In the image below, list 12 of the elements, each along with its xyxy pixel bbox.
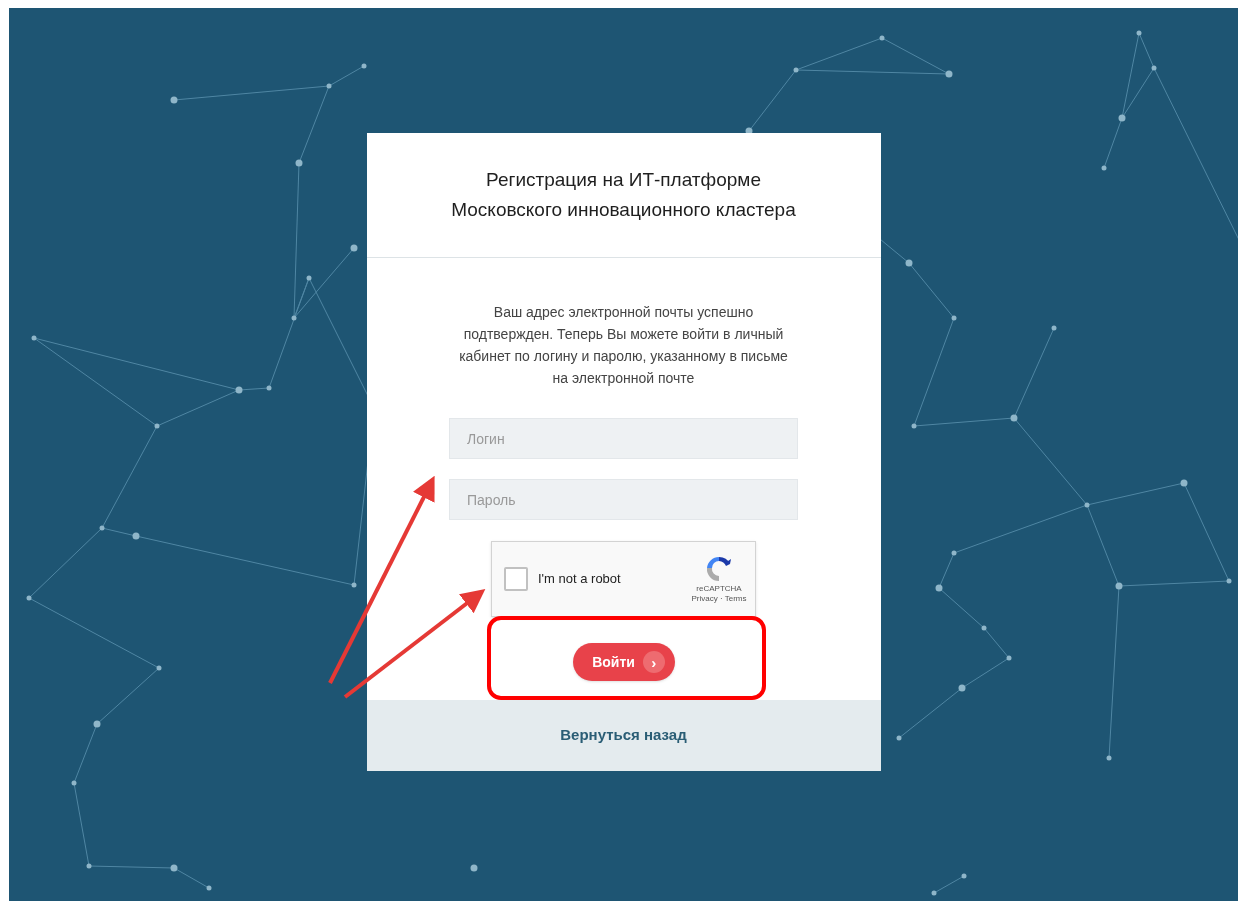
password-field[interactable]: Пароль — [449, 479, 798, 520]
chevron-icon: › — [642, 651, 665, 673]
login-field[interactable]: Логин — [449, 418, 798, 459]
confirmation-message: Ваш адрес электронной почты успешно подтвержден. Теперь Вы можете войти в личный кабинет по логину и паролю, указанному в письме на электронной почте — [458, 303, 789, 388]
recaptcha-brand: reCAPTCHA — [696, 584, 742, 594]
card-title: Регистрация на ИТ-платформе Московского инновационного кластера — [451, 168, 796, 222]
captcha-label: I'm not a robot — [538, 570, 621, 589]
login-button[interactable]: Войти › — [572, 643, 675, 681]
recaptcha-links[interactable]: Privacy · Terms — [691, 594, 747, 604]
back-link[interactable]: Вернуться назад — [560, 724, 687, 747]
captcha-checkbox[interactable] — [504, 567, 528, 591]
recaptcha-logo-icon — [704, 554, 734, 584]
